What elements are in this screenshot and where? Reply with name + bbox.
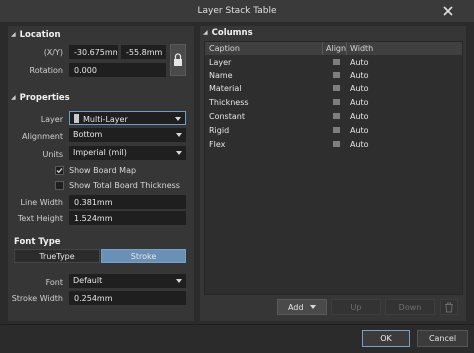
row-caption: Constant <box>209 112 245 121</box>
title-bar: Layer Stack Table <box>0 0 474 22</box>
text-height-label: Text Height <box>17 214 63 223</box>
close-icon[interactable] <box>440 3 456 19</box>
row-width: Auto <box>350 98 369 107</box>
chevron-down-icon <box>310 305 317 309</box>
truetype-toggle[interactable]: TrueType <box>14 249 100 263</box>
layer-label: Layer <box>40 115 63 124</box>
table-row[interactable]: Name Auto <box>205 69 462 82</box>
layer-select-value: Multi-Layer <box>83 115 128 124</box>
show-board-map-label: Show Board Map <box>69 166 137 175</box>
delete-button[interactable] <box>440 299 458 315</box>
row-caption: Material <box>209 84 242 93</box>
location-section-header[interactable]: ◢ Location <box>11 30 61 40</box>
table-row[interactable]: Layer Auto <box>205 56 462 69</box>
align-left-icon[interactable] <box>333 99 340 106</box>
table-row[interactable]: Thickness Auto <box>205 96 462 109</box>
lock-button[interactable] <box>170 44 186 76</box>
chevron-down-icon <box>176 151 182 155</box>
column-divider[interactable] <box>346 42 347 55</box>
chevron-down-icon <box>175 117 181 121</box>
trash-icon <box>445 302 453 313</box>
rotation-field[interactable]: 0.000 <box>69 63 166 77</box>
stroke-width-field[interactable]: 0.254mm <box>69 291 186 305</box>
line-width-label: Line Width <box>20 198 63 207</box>
units-select-value: Imperial (mil) <box>73 148 127 157</box>
collapse-triangle-icon[interactable]: ◢ <box>11 31 16 38</box>
collapse-triangle-icon[interactable]: ◢ <box>203 29 208 36</box>
align-column-header[interactable]: Align <box>326 44 346 53</box>
properties-section-header[interactable]: ◢ Properties <box>11 93 70 103</box>
footer-divider <box>0 324 474 325</box>
table-header: Caption Align Width <box>205 42 462 55</box>
align-left-icon[interactable] <box>333 59 340 66</box>
font-label: Font <box>45 278 63 287</box>
align-left-icon[interactable] <box>333 141 340 148</box>
row-caption: Layer <box>209 58 232 67</box>
row-width: Auto <box>350 126 369 135</box>
row-caption: Rigid <box>209 126 230 135</box>
row-width: Auto <box>350 84 369 93</box>
cancel-button[interactable]: Cancel <box>417 330 468 347</box>
alignment-select-value: Bottom <box>73 130 103 139</box>
y-field[interactable]: -55.8mm <box>121 45 166 59</box>
show-total-thickness-checkbox[interactable] <box>55 181 64 190</box>
down-button[interactable]: Down <box>385 299 435 315</box>
columns-table: Caption Align Width Layer Auto Name Auto… <box>204 41 463 295</box>
font-select-value: Default <box>73 276 103 285</box>
row-width: Auto <box>350 112 369 121</box>
table-row[interactable]: Constant Auto <box>205 110 462 123</box>
columns-section-header[interactable]: ◢ Columns <box>203 28 253 38</box>
chevron-down-icon <box>176 279 182 283</box>
add-button[interactable]: Add <box>277 299 327 315</box>
align-left-icon[interactable] <box>333 72 340 79</box>
row-caption: Thickness <box>209 98 249 107</box>
show-total-thickness-label: Show Total Board Thickness <box>69 181 180 190</box>
align-left-icon[interactable] <box>333 127 340 134</box>
row-width: Auto <box>350 71 369 80</box>
row-width: Auto <box>350 140 369 149</box>
collapse-triangle-icon[interactable]: ◢ <box>11 94 16 101</box>
table-row[interactable]: Material Auto <box>205 82 462 95</box>
table-row[interactable]: Flex Auto <box>205 138 462 151</box>
font-select[interactable]: Default <box>69 274 186 288</box>
layer-select[interactable]: Multi-Layer <box>69 111 186 125</box>
text-height-field[interactable]: 1.524mm <box>69 211 186 225</box>
chevron-down-icon <box>176 133 182 137</box>
checkmark-icon <box>56 168 63 174</box>
row-caption: Name <box>209 71 233 80</box>
x-field[interactable]: -30.675mm <box>69 45 118 59</box>
caption-column-header[interactable]: Caption <box>209 44 240 53</box>
line-width-field[interactable]: 0.381mm <box>69 195 186 209</box>
units-label: Units <box>42 150 63 159</box>
show-board-map-checkbox[interactable] <box>55 166 64 175</box>
stroke-width-label: Stroke Width <box>11 294 63 303</box>
align-left-icon[interactable] <box>333 113 340 120</box>
stroke-toggle[interactable]: Stroke <box>101 249 186 263</box>
column-divider[interactable] <box>322 42 323 55</box>
alignment-label: Alignment <box>22 132 63 141</box>
layer-color-swatch <box>74 114 79 123</box>
window-title: Layer Stack Table <box>197 6 277 16</box>
width-column-header[interactable]: Width <box>350 44 373 53</box>
lock-icon <box>174 53 182 66</box>
units-select[interactable]: Imperial (mil) <box>69 146 186 160</box>
row-caption: Flex <box>209 140 226 149</box>
xy-label: (X/Y) <box>43 48 63 57</box>
table-row[interactable]: Rigid Auto <box>205 124 462 137</box>
font-type-header: Font Type <box>14 237 61 247</box>
up-button[interactable]: Up <box>331 299 381 315</box>
align-left-icon[interactable] <box>333 85 340 92</box>
row-width: Auto <box>350 58 369 67</box>
rotation-label: Rotation <box>29 66 63 75</box>
ok-button[interactable]: OK <box>362 330 410 347</box>
alignment-select[interactable]: Bottom <box>69 128 186 142</box>
